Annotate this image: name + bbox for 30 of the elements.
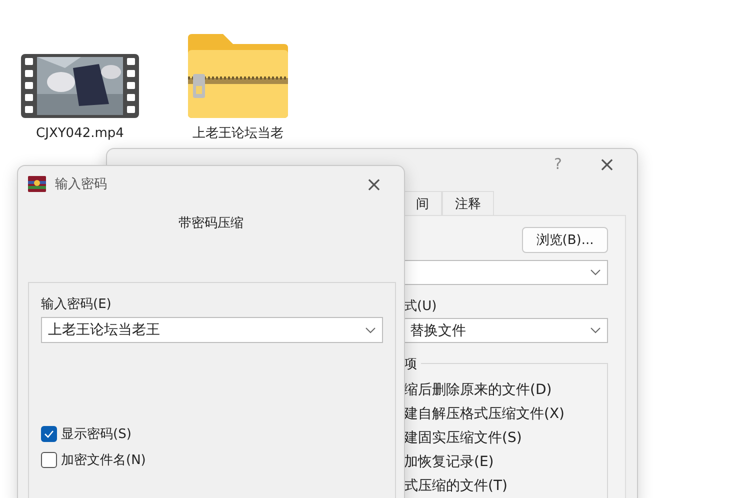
file-name: 上老王论坛当老 [192,125,284,143]
checkbox-label: 加密文件名(N) [61,452,146,469]
zipped-folder-icon[interactable] [185,34,291,118]
field-label: 输入密码(E) [41,296,112,313]
option-label: 建固实压缩文件(S) [404,429,523,448]
option-label: 建自解压格式压缩文件(X) [404,405,566,424]
close-button[interactable]: × [354,169,394,199]
option-label: 缩后删除原来的文件(D) [404,381,553,400]
option-label: 式压缩的文件(T) [404,477,508,496]
file-name: CJXY042.mp4 [35,125,125,143]
field-label: 式(U) [404,298,438,315]
video-file-icon[interactable] [21,54,139,118]
group-label: 项 [404,355,421,373]
dropdown-caret-icon[interactable] [590,327,601,334]
dropdown-caret-icon[interactable] [365,326,376,334]
option-label: 加恢复记录(E) [404,453,495,472]
archive-app-icon [28,176,46,192]
dropdown-caret-icon[interactable] [590,269,601,276]
password-field[interactable]: 上老王论坛当老王 [41,317,383,343]
checkmark-icon [44,430,54,438]
update-mode-dropdown[interactable]: 替换文件 [404,318,608,343]
checkbox-label: 显示密码(S) [61,426,132,443]
checkbox[interactable] [41,426,57,442]
close-button[interactable]: × [587,149,627,179]
browse-button[interactable]: 浏览(B)... [522,227,608,253]
window-title: 输入密码 [55,176,108,193]
tab[interactable]: 间 [403,191,442,215]
checkbox[interactable] [41,452,57,468]
dialog-heading: 带密码压缩 [178,215,244,232]
tab[interactable]: 注释 [442,191,494,215]
